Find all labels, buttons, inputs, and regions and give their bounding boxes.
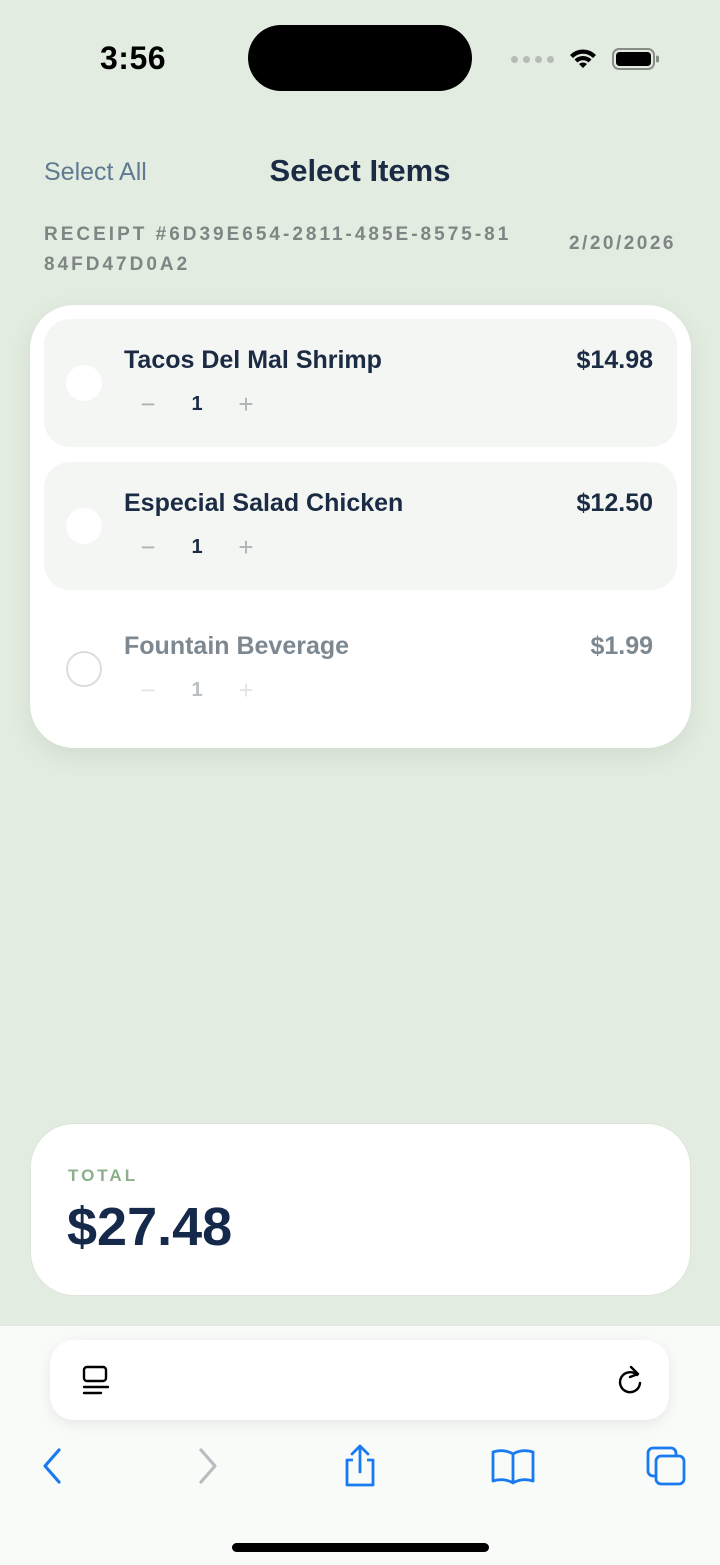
total-card: TOTAL $27.48 [30, 1123, 691, 1296]
tabs-overview-icon[interactable] [81, 1364, 111, 1398]
item-price: $12.50 [576, 489, 653, 517]
increment-button[interactable]: + [234, 532, 258, 562]
dynamic-island [248, 25, 472, 91]
list-item[interactable]: Especial Salad Chicken $12.50 − 1 + [44, 462, 677, 590]
list-item[interactable]: Tacos Del Mal Shrimp $14.98 − 1 + [44, 319, 677, 447]
receipt-info: RECEIPT #6D39E654-2811-485E-8575-8184FD4… [44, 220, 676, 280]
item-name: Fountain Beverage [124, 632, 350, 660]
back-icon [43, 1448, 61, 1484]
item-price: $1.99 [590, 632, 653, 660]
status-time: 3:56 [100, 40, 167, 76]
decrement-button[interactable]: − [136, 532, 160, 562]
quantity-value: 1 [191, 392, 203, 415]
selection-radio[interactable] [66, 508, 102, 544]
forward-button[interactable] [184, 1442, 232, 1490]
bookmarks-button[interactable] [489, 1442, 537, 1490]
selection-radio[interactable] [66, 651, 102, 687]
signal-icon [511, 55, 554, 63]
increment-button[interactable]: + [234, 389, 258, 419]
quantity-stepper: − 1 + [136, 675, 258, 705]
address-bar[interactable] [50, 1340, 669, 1420]
bookmarks-icon [491, 1449, 535, 1485]
decrement-button[interactable]: − [136, 675, 160, 705]
total-label: TOTAL [68, 1166, 139, 1185]
quantity-stepper: − 1 + [136, 389, 258, 419]
quantity-value: 1 [191, 535, 203, 558]
items-card: Tacos Del Mal Shrimp $14.98 − 1 + Especi… [30, 305, 691, 748]
forward-icon [199, 1448, 217, 1484]
selection-radio[interactable] [66, 365, 102, 401]
item-name: Tacos Del Mal Shrimp [124, 346, 382, 374]
navigation-header: Select All Select Items [0, 140, 720, 204]
quantity-value: 1 [191, 678, 203, 701]
tabs-icon [646, 1446, 686, 1486]
home-indicator [232, 1543, 489, 1552]
receipt-id: RECEIPT #6D39E654-2811-485E-8575-8184FD4… [44, 224, 512, 275]
battery-icon [612, 48, 659, 70]
increment-button[interactable]: + [234, 675, 258, 705]
status-icons [511, 44, 660, 74]
share-icon [345, 1444, 375, 1487]
browser-nav-bar [0, 1434, 720, 1498]
tabs-button[interactable] [642, 1442, 690, 1490]
item-name: Especial Salad Chicken [124, 489, 404, 517]
browser-toolbar [0, 1325, 720, 1565]
total-value: $27.48 [67, 1197, 233, 1257]
status-bar: 3:56 [0, 0, 720, 115]
list-item[interactable]: Fountain Beverage $1.99 − 1 + [44, 605, 677, 733]
quantity-stepper: − 1 + [136, 532, 258, 562]
decrement-button[interactable]: − [136, 389, 160, 419]
wifi-icon [570, 49, 596, 68]
share-button[interactable] [336, 1442, 384, 1490]
back-button[interactable] [28, 1442, 76, 1490]
receipt-date: 2/20/2026 [568, 233, 676, 254]
item-price: $14.98 [576, 346, 653, 374]
page-title: Select Items [269, 153, 451, 188]
reload-icon[interactable] [615, 1363, 645, 1397]
